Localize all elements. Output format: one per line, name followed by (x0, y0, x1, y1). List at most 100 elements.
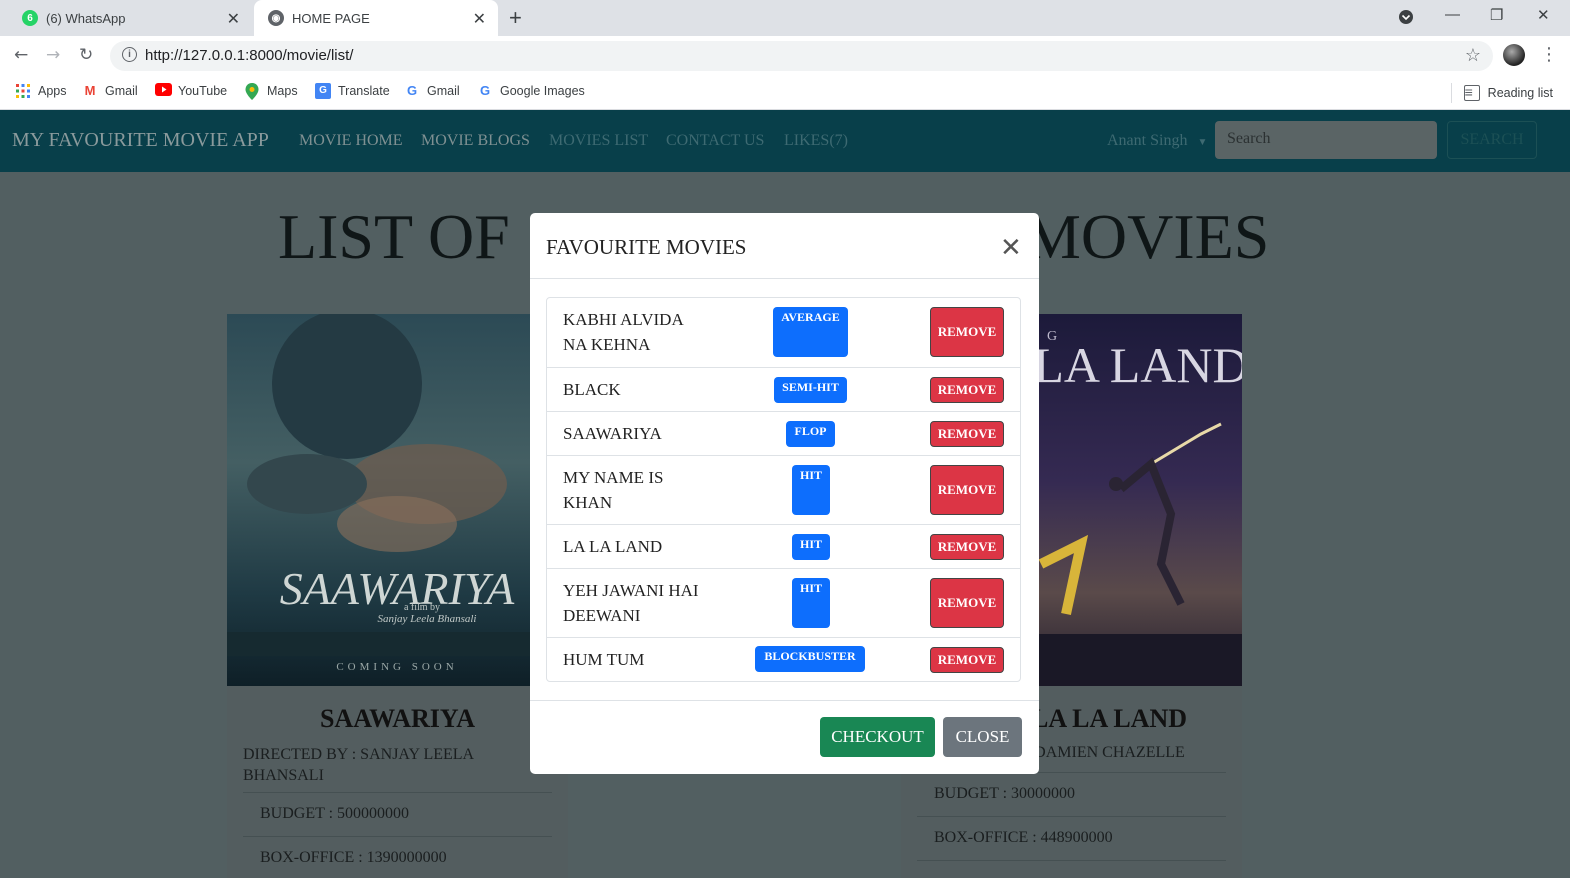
verdict-badge: BLOCKBUSTER (755, 646, 865, 672)
verdict-badge: HIT (792, 578, 830, 628)
close-button[interactable]: CLOSE (943, 717, 1022, 757)
bookmark-maps[interactable]: Maps (244, 83, 298, 100)
close-icon[interactable]: ✕ (1000, 233, 1022, 263)
remove-button[interactable]: REMOVE (930, 307, 1004, 357)
movie-name: HUM TUM (563, 650, 645, 669)
poster-subtext: a film by (404, 602, 440, 613)
bookmark-label: YouTube (178, 84, 228, 98)
window-close-icon[interactable]: ✕ (1537, 6, 1550, 24)
gmail-icon: M (84, 83, 96, 98)
maps-pin-icon (244, 83, 260, 100)
movie-name: KABHI ALVIDA NA KEHNA (563, 310, 683, 354)
bookmark-gmail-2[interactable]: G Gmail (404, 83, 460, 99)
remove-button[interactable]: REMOVE (930, 465, 1004, 515)
nav-movie-blogs[interactable]: MOVIE BLOGS (421, 132, 530, 150)
movie-name: LA LA LAND (563, 537, 663, 556)
bookmark-label: Gmail (427, 84, 460, 98)
reading-list-icon: ≡ (1463, 85, 1480, 101)
close-tab-icon[interactable]: ✕ (227, 9, 240, 29)
reading-list-label: Reading list (1487, 86, 1553, 100)
site-info-icon[interactable]: i (122, 47, 137, 62)
checkout-button[interactable]: CHECKOUT (820, 717, 935, 757)
new-tab-button[interactable]: + (509, 5, 522, 31)
poster-letter: G (1047, 329, 1057, 344)
bookmark-label: Google Images (500, 84, 585, 98)
modal-title: FAVOURITE MOVIES (546, 235, 747, 259)
bookmark-apps[interactable]: Apps (15, 83, 67, 99)
reload-icon[interactable]: ↻ (79, 45, 93, 65)
favourite-movies-modal: FAVOURITE MOVIES ✕ KABHI ALVIDA NA KEHNA… (530, 213, 1039, 774)
reading-list[interactable]: ≡ Reading list (1450, 83, 1553, 103)
list-item: SAAWARIYA FLOP REMOVE (547, 411, 1020, 455)
tab-home-page[interactable]: ◉ HOME PAGE ✕ (254, 0, 498, 36)
list-item: MY NAME IS KHAN HIT REMOVE (547, 455, 1020, 524)
movie-box-office: BOX-OFFICE : 1390000000 (260, 849, 447, 866)
remove-button[interactable]: REMOVE (930, 578, 1004, 628)
page-title-right: MOVIES (1024, 201, 1270, 272)
bookmark-gmail[interactable]: M Gmail (82, 83, 138, 99)
movie-name: SAAWARIYA (563, 424, 662, 443)
browser-toolbar: ← → ↻ i http://127.0.0.1:8000/movie/list… (0, 36, 1570, 76)
nav-contact-us[interactable]: CONTACT US (666, 132, 764, 150)
movie-card-saawariya: SAAWARIYA a film by Sanjay Leela Bhansal… (227, 314, 568, 878)
verdict-badge: SEMI-HIT (774, 377, 847, 403)
divider (917, 860, 1226, 861)
movie-budget: BUDGET : 500000000 (260, 805, 410, 822)
tab-label: HOME PAGE (292, 10, 370, 26)
movie-name: BLACK (563, 380, 621, 399)
bookmark-google-images[interactable]: G Google Images (477, 83, 585, 99)
list-item: KABHI ALVIDA NA KEHNA AVERAGE REMOVE (547, 298, 1020, 367)
search-input[interactable]: Search (1215, 121, 1437, 159)
search-button[interactable]: SEARCH (1447, 121, 1537, 159)
verdict-badge: AVERAGE (773, 307, 848, 357)
movie-title: SAAWARIYA (319, 704, 476, 733)
remove-button[interactable]: REMOVE (930, 377, 1004, 403)
address-bar[interactable]: i http://127.0.0.1:8000/movie/list/ ☆ (110, 41, 1493, 71)
tab-whatsapp[interactable]: 6 (6) WhatsApp ✕ (8, 0, 252, 36)
bookmark-star-icon[interactable]: ☆ (1465, 45, 1481, 66)
translate-icon: G (315, 83, 331, 99)
poster-director: Sanjay Leela Bhansali (378, 613, 477, 625)
forward-icon[interactable]: → (46, 45, 60, 65)
movie-name: MY NAME IS KHAN (563, 468, 664, 512)
divider (530, 278, 1039, 279)
page-title: LIST OF (278, 201, 510, 272)
minimize-icon[interactable]: — (1445, 6, 1460, 23)
url-text: http://127.0.0.1:8000/movie/list/ (145, 47, 354, 64)
poster-title: LA LAND (1033, 337, 1242, 393)
verdict-badge: HIT (792, 465, 830, 515)
divider (243, 792, 552, 793)
brand[interactable]: MY FAVOURITE MOVIE APP (12, 129, 269, 152)
avatar[interactable] (1503, 44, 1525, 66)
movie-poster-saawariya: SAAWARIYA a film by Sanjay Leela Bhansal… (227, 314, 568, 686)
verdict-badge: FLOP (786, 421, 835, 447)
google-g-icon: G (406, 83, 418, 98)
bookmark-translate[interactable]: G Translate (315, 83, 390, 99)
nav-likes[interactable]: LIKES(7) (784, 132, 848, 150)
restore-icon[interactable]: ❐ (1490, 6, 1503, 24)
tab-label: (6) WhatsApp (46, 10, 126, 26)
kebab-menu-icon[interactable]: ⋮ (1540, 44, 1558, 65)
bookmark-label: Apps (38, 84, 67, 98)
back-icon[interactable]: ← (14, 45, 28, 65)
nav-movie-home[interactable]: MOVIE HOME (299, 132, 403, 150)
movie-box-office: BOX-OFFICE : 448900000 (934, 829, 1113, 846)
close-tab-icon[interactable]: ✕ (473, 9, 486, 29)
favourites-list: KABHI ALVIDA NA KEHNA AVERAGE REMOVE BLA… (546, 297, 1021, 682)
list-item: LA LA LAND HIT REMOVE (547, 524, 1020, 568)
google-g-icon: G (479, 83, 491, 98)
movie-name: YEH JAWANI HAI DEEWANI (563, 581, 699, 625)
user-name: Anant Singh (1107, 132, 1188, 149)
divider (530, 700, 1039, 701)
movie-director: DIRECTED BY : SANJAY LEELA BHANSALI (243, 746, 474, 784)
user-dropdown[interactable]: Anant Singh ▼ (1107, 132, 1207, 150)
bookmark-youtube[interactable]: YouTube (155, 83, 227, 99)
nav-movies-list[interactable]: MOVIES LIST (549, 132, 648, 150)
remove-button[interactable]: REMOVE (930, 647, 1004, 673)
remove-button[interactable]: REMOVE (930, 534, 1004, 560)
list-item: BLACK SEMI-HIT REMOVE (547, 367, 1020, 411)
bookmark-label: Translate (338, 84, 390, 98)
remove-button[interactable]: REMOVE (930, 421, 1004, 447)
chrome-profile-dropdown-icon[interactable] (1398, 9, 1414, 29)
divider (917, 816, 1226, 817)
